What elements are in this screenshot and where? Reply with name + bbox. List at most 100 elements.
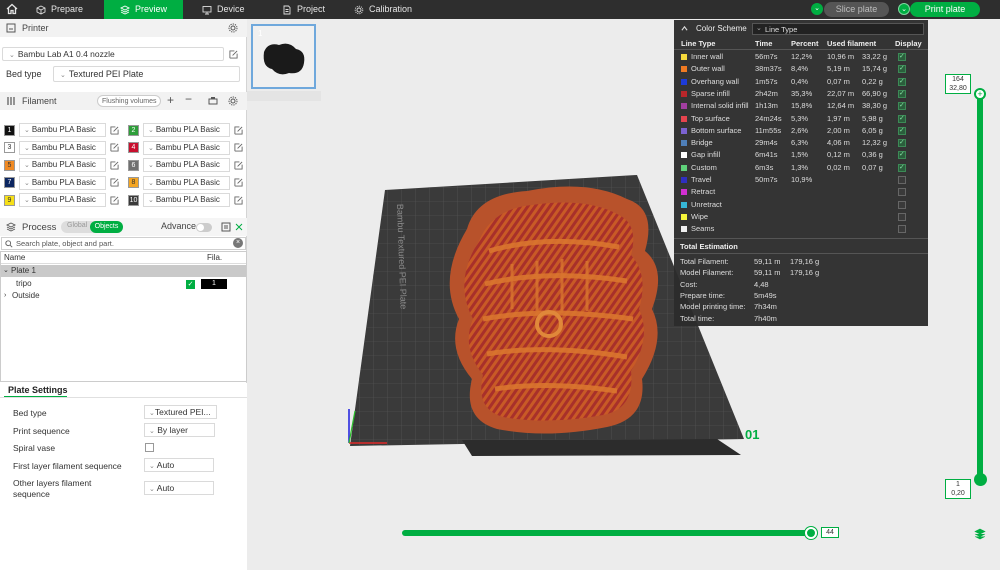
search-box[interactable]: Search plate, object and part. ×	[1, 237, 246, 250]
edit-icon[interactable]	[110, 125, 119, 135]
compare-icon[interactable]	[221, 222, 231, 232]
tab-project[interactable]: Project	[282, 0, 342, 19]
filament-slot[interactable]: 4 ⌄ Bambu PLA Basic	[128, 140, 243, 155]
edit-icon[interactable]	[110, 178, 119, 187]
filament-select[interactable]: ⌄ Bambu PLA Basic	[19, 158, 106, 172]
param-icon[interactable]	[234, 222, 244, 232]
global-objects-toggle[interactable]: Global Objects	[61, 221, 123, 233]
filament-color-swatch[interactable]: 7	[4, 177, 15, 188]
expand-icon[interactable]: ⌄	[3, 265, 9, 277]
print-dropdown-icon[interactable]: ⌄	[898, 3, 910, 15]
home-icon[interactable]	[6, 3, 18, 15]
filament-slot[interactable]: 7 ⌄ Bambu PLA Basic	[4, 175, 119, 190]
filament-slot[interactable]: 9 ⌄ Bambu PLA Basic	[4, 193, 119, 207]
filament-select[interactable]: ⌄ Bambu PLA Basic	[143, 193, 230, 207]
display-checkbox[interactable]	[898, 176, 906, 184]
display-checkbox[interactable]	[898, 63, 906, 75]
tab-prepare[interactable]: Prepare	[36, 0, 102, 19]
filament-select[interactable]: ⌄ Bambu PLA Basic	[143, 123, 230, 137]
layer-slider[interactable]	[977, 90, 983, 482]
display-checkbox[interactable]	[898, 188, 906, 197]
move-slider[interactable]	[402, 530, 814, 536]
clear-search-icon[interactable]: ×	[233, 238, 243, 248]
print-plate-button[interactable]: Print plate	[910, 2, 980, 17]
ps-bed-type-select[interactable]: ⌄Textured PEI...	[144, 405, 217, 419]
display-checkbox[interactable]	[898, 88, 906, 100]
filament-slot[interactable]: 1 ⌄ Bambu PLA Basic	[4, 123, 119, 137]
display-checkbox[interactable]	[898, 212, 906, 221]
collapse-icon[interactable]: ›	[4, 290, 6, 302]
display-checkbox[interactable]	[898, 225, 906, 234]
outside-row[interactable]: › Outside	[1, 290, 246, 302]
settings-icon[interactable]	[228, 96, 238, 106]
filament-color-swatch[interactable]: 10	[128, 194, 139, 206]
plate-row[interactable]: ⌄ Plate 1	[1, 265, 246, 277]
filament-select[interactable]: ⌄ Bambu PLA Basic	[143, 175, 230, 190]
filament-slot[interactable]: 5 ⌄ Bambu PLA Basic	[4, 158, 119, 172]
filament-color-swatch[interactable]: 4	[128, 142, 139, 153]
flushing-volumes-button[interactable]: Flushing volumes	[97, 95, 162, 107]
ps-spiral-vase-checkbox[interactable]	[145, 443, 154, 452]
display-checkbox[interactable]	[898, 51, 906, 63]
display-checkbox[interactable]	[898, 137, 906, 149]
edit-icon[interactable]	[110, 195, 119, 205]
collapse-legend-icon[interactable]	[681, 25, 688, 32]
ps-print-sequence-select[interactable]: ⌄ By layer	[144, 423, 215, 437]
remove-filament-icon[interactable]: −	[185, 92, 192, 106]
filament-select[interactable]: ⌄ Bambu PLA Basic	[143, 158, 230, 172]
filament-color-swatch[interactable]: 2	[128, 124, 139, 136]
sync-printer-icon[interactable]	[208, 96, 218, 106]
filament-color-swatch[interactable]: 9	[4, 194, 15, 206]
advance-toggle[interactable]	[196, 223, 212, 232]
edit-icon[interactable]	[234, 125, 243, 135]
edit-icon[interactable]	[234, 195, 243, 205]
add-filament-icon[interactable]: +	[167, 93, 174, 107]
tab-device[interactable]: Device	[202, 0, 262, 19]
global-option[interactable]: Global	[67, 222, 87, 229]
display-checkbox[interactable]	[898, 100, 906, 112]
filament-color-swatch[interactable]: 6	[128, 159, 139, 171]
layer-slider-top-handle[interactable]: +	[974, 88, 986, 100]
display-checkbox[interactable]	[898, 200, 906, 209]
filament-slot[interactable]: 2 ⌄ Bambu PLA Basic	[128, 123, 243, 137]
filament-select[interactable]: ⌄ Bambu PLA Basic	[19, 175, 106, 190]
tab-preview[interactable]: Preview	[104, 0, 183, 19]
edit-icon[interactable]	[229, 50, 238, 59]
slice-dropdown-icon[interactable]: ⌄	[811, 3, 823, 15]
layers-toggle-icon[interactable]	[974, 528, 986, 540]
scheme-select[interactable]: ⌄ Line Type	[752, 23, 924, 35]
edit-icon[interactable]	[234, 160, 243, 170]
display-checkbox[interactable]	[898, 113, 906, 125]
display-checkbox[interactable]	[898, 125, 906, 137]
ps-other-layers-select[interactable]: ⌄ Auto	[144, 481, 214, 495]
edit-icon[interactable]	[110, 143, 119, 152]
filament-slot[interactable]: 10 ⌄ Bambu PLA Basic	[128, 193, 243, 207]
ps-first-layer-select[interactable]: ⌄ Auto	[144, 458, 214, 472]
filament-color-swatch[interactable]: 3	[4, 142, 15, 153]
filament-select[interactable]: ⌄ Bambu PLA Basic	[19, 193, 106, 207]
printer-model-select[interactable]: ⌄ Bambu Lab A1 0.4 nozzle	[2, 47, 224, 61]
filament-slot[interactable]: 8 ⌄ Bambu PLA Basic	[128, 175, 243, 190]
object-row[interactable]: tripo ✓ 1	[1, 278, 246, 290]
tab-calibration[interactable]: Calibration	[354, 0, 434, 19]
object-checkbox[interactable]: ✓	[186, 280, 195, 289]
filament-slot[interactable]: 3 ⌄ Bambu PLA Basic	[4, 140, 119, 155]
filament-slot[interactable]: 6 ⌄ Bambu PLA Basic	[128, 158, 243, 172]
edit-icon[interactable]	[234, 143, 243, 152]
filament-color-swatch[interactable]: 5	[4, 159, 15, 171]
layer-slider-bottom-handle[interactable]	[974, 473, 987, 486]
settings-icon[interactable]	[228, 23, 238, 33]
object-filament[interactable]: 1	[201, 279, 227, 289]
filament-select[interactable]: ⌄ Bambu PLA Basic	[19, 123, 106, 137]
filament-select[interactable]: ⌄ Bambu PLA Basic	[19, 140, 106, 155]
objects-option[interactable]: Objects	[90, 221, 123, 233]
display-checkbox[interactable]	[898, 76, 906, 88]
display-checkbox[interactable]	[898, 149, 906, 161]
edit-icon[interactable]	[110, 160, 119, 170]
display-checkbox[interactable]	[898, 162, 906, 174]
filament-select[interactable]: ⌄ Bambu PLA Basic	[143, 140, 230, 155]
filament-color-swatch[interactable]: 1	[4, 124, 15, 136]
bed-type-select[interactable]: ⌄ Textured PEI Plate	[53, 66, 240, 82]
slice-plate-button[interactable]: Slice plate	[824, 2, 889, 17]
move-slider-handle[interactable]	[805, 527, 817, 539]
